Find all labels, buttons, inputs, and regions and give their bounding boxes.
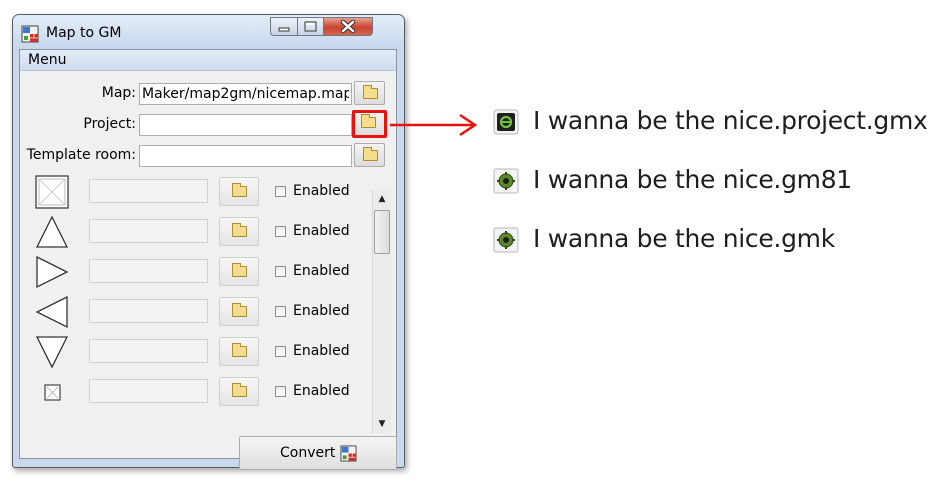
object-browse-button[interactable] xyxy=(219,337,259,366)
mini-block-icon xyxy=(34,374,70,410)
map-path-input[interactable] xyxy=(139,83,352,105)
enabled-label[interactable]: Enabled xyxy=(293,303,350,319)
block-square-icon xyxy=(34,174,70,210)
template-room-label: Template room: xyxy=(26,147,136,163)
gmx-file-icon xyxy=(493,109,519,135)
list-item: Enabled xyxy=(20,332,374,372)
map2gm-brick-icon xyxy=(21,25,39,43)
convert-button[interactable]: Convert xyxy=(239,436,397,470)
minimize-icon xyxy=(278,27,290,32)
close-button[interactable] xyxy=(323,17,373,36)
spike-up-icon xyxy=(34,214,70,250)
scrollbar-thumb[interactable] xyxy=(374,210,390,254)
file-item-gmk[interactable]: I wanna be the nice.gmk xyxy=(493,224,948,256)
file-item-gm81[interactable]: I wanna be the nice.gm81 xyxy=(493,165,948,197)
object-browse-button[interactable] xyxy=(219,217,259,246)
convert-label: Convert xyxy=(280,445,336,461)
enabled-label[interactable]: Enabled xyxy=(293,263,350,279)
enabled-checkbox[interactable] xyxy=(275,346,286,357)
window-title: Map to GM xyxy=(46,25,122,41)
object-name-field[interactable] xyxy=(89,299,208,323)
map-label: Map: xyxy=(101,85,136,101)
list-item: Enabled xyxy=(20,172,374,212)
close-icon xyxy=(340,19,356,34)
object-name-field[interactable] xyxy=(89,379,208,403)
enabled-checkbox[interactable] xyxy=(275,306,286,317)
title-bar[interactable]: Map to GM xyxy=(13,15,404,49)
list-item: Enabled xyxy=(20,372,374,412)
project-label: Project: xyxy=(83,116,136,132)
folder-icon xyxy=(232,263,247,277)
enabled-checkbox[interactable] xyxy=(275,266,286,277)
callout-arrow-icon xyxy=(390,113,478,137)
folder-icon xyxy=(361,114,376,128)
folder-icon xyxy=(363,85,378,99)
object-name-field[interactable] xyxy=(89,339,208,363)
file-name: I wanna be the nice.project.gmx xyxy=(533,106,928,135)
enabled-checkbox[interactable] xyxy=(275,226,286,237)
menu-item-menu[interactable]: Menu xyxy=(28,52,66,68)
folder-icon xyxy=(232,383,247,397)
object-list: Enabled Enabled Enabled Enabled Enabled … xyxy=(20,172,374,416)
spike-down-icon xyxy=(34,334,70,370)
file-item-gmx[interactable]: I wanna be the nice.project.gmx xyxy=(493,106,948,138)
folder-icon xyxy=(232,303,247,317)
scroll-up-arrow-icon[interactable]: ▲ xyxy=(374,191,390,208)
object-browse-button[interactable] xyxy=(219,257,259,286)
project-browse-button[interactable] xyxy=(352,110,387,138)
template-room-input[interactable] xyxy=(139,145,352,167)
object-browse-button[interactable] xyxy=(219,177,259,206)
map-browse-button[interactable] xyxy=(354,81,385,105)
project-path-input[interactable] xyxy=(139,114,352,136)
enabled-label[interactable]: Enabled xyxy=(293,383,350,399)
enabled-checkbox[interactable] xyxy=(275,186,286,197)
folder-icon xyxy=(363,147,378,161)
minimize-button[interactable] xyxy=(270,17,298,36)
object-list-scrollbar[interactable]: ▲ ▼ xyxy=(372,190,391,434)
enabled-label[interactable]: Enabled xyxy=(293,343,350,359)
object-browse-button[interactable] xyxy=(219,377,259,406)
window-client-area: Menu Map: Project: Template room: Enable… xyxy=(19,49,397,470)
spike-left-icon xyxy=(34,294,70,330)
folder-icon xyxy=(232,223,247,237)
list-item: Enabled xyxy=(20,252,374,292)
map-to-gm-window: Map to GM Menu Map: Project: Template ro… xyxy=(12,14,405,470)
folder-icon xyxy=(232,183,247,197)
gmk-file-icon xyxy=(493,227,519,253)
template-room-browse-button[interactable] xyxy=(354,143,385,167)
file-name: I wanna be the nice.gmk xyxy=(533,224,835,253)
object-browse-button[interactable] xyxy=(219,297,259,326)
map2gm-brick-icon xyxy=(340,445,357,462)
enabled-label[interactable]: Enabled xyxy=(293,183,350,199)
enabled-checkbox[interactable] xyxy=(275,386,286,397)
object-name-field[interactable] xyxy=(89,259,208,283)
enabled-label[interactable]: Enabled xyxy=(293,223,350,239)
gm81-file-icon xyxy=(493,168,519,194)
maximize-icon xyxy=(304,21,317,32)
maximize-button[interactable] xyxy=(297,17,324,36)
menu-bar: Menu xyxy=(20,50,396,71)
file-name: I wanna be the nice.gm81 xyxy=(533,165,852,194)
folder-icon xyxy=(232,343,247,357)
object-name-field[interactable] xyxy=(89,179,208,203)
list-item: Enabled xyxy=(20,292,374,332)
spike-right-icon xyxy=(34,254,70,290)
scroll-down-arrow-icon[interactable]: ▼ xyxy=(374,416,390,433)
list-item: Enabled xyxy=(20,212,374,252)
object-name-field[interactable] xyxy=(89,219,208,243)
